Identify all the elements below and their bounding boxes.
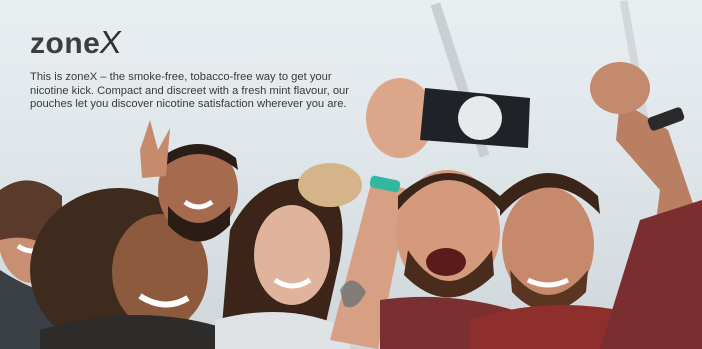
tagline: This is zoneX – the smoke-free, tobacco-… — [30, 71, 349, 111]
logo-x-mark: X — [97, 24, 125, 60]
brand-block: zoneX This is zoneX – the smoke-free, to… — [30, 24, 350, 112]
logo-wordmark: zone — [30, 27, 101, 60]
brand-logo: zoneX — [30, 24, 350, 60]
person-blonde-background — [298, 163, 362, 207]
ad-banner: zoneX This is zoneX – the smoke-free, to… — [0, 0, 702, 349]
